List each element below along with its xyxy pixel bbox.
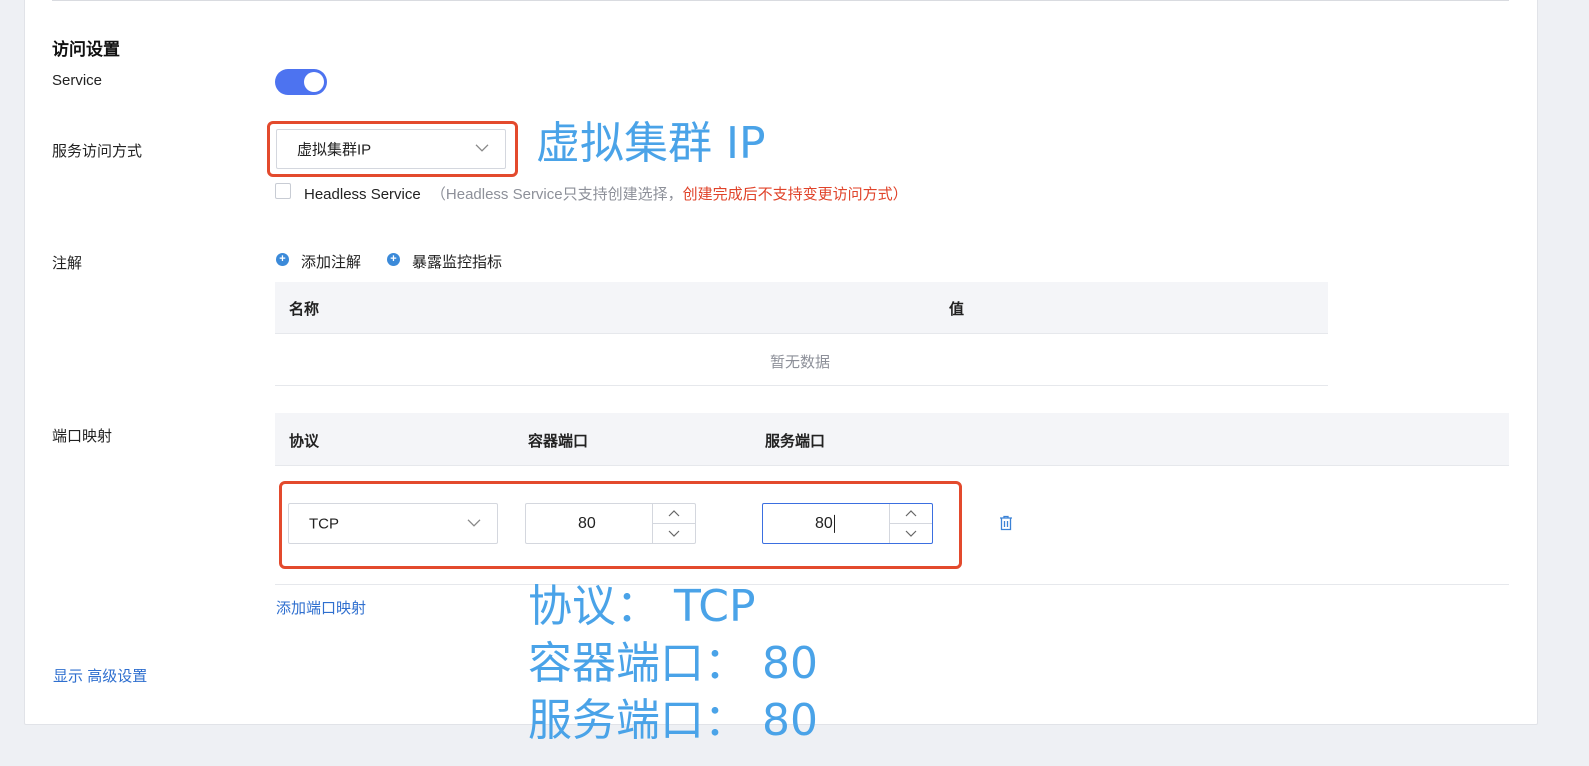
access-method-select[interactable]: 虚拟集群IP: [276, 129, 506, 169]
service-port-input[interactable]: 80: [762, 503, 933, 544]
top-divider: [52, 0, 1509, 1]
headless-warning: 创建完成后不支持变更访问方式）: [682, 186, 908, 203]
access-method-annotation: 虚拟集群 IP: [536, 118, 766, 169]
annotation-line-container-port: 容器端口： 80: [528, 638, 818, 689]
divider: [275, 584, 1509, 585]
toggle-knob: [304, 72, 324, 92]
ports-table-header: [275, 413, 1509, 465]
annotation-line-service-port: 服务端口： 80: [528, 695, 818, 746]
headless-checkbox[interactable]: [275, 183, 291, 199]
annotations-column-name: 名称: [289, 301, 320, 318]
ports-column-protocol: 协议: [289, 433, 320, 450]
port-mapping-label: 端口映射: [52, 428, 113, 445]
service-port-stepper: [889, 504, 932, 543]
ports-column-container-port: 容器端口: [528, 433, 589, 450]
section-title: 访问设置: [52, 40, 120, 59]
container-port-value: 80: [578, 514, 596, 532]
add-annotation-button[interactable]: 添加注解: [301, 251, 361, 272]
divider: [275, 333, 1328, 334]
annotations-table-header: [275, 282, 1328, 333]
headless-note: （Headless Service只支持创建选择，: [430, 186, 683, 203]
annotations-label: 注解: [52, 255, 83, 272]
protocol-value: TCP: [309, 515, 339, 532]
service-port-value: 80: [815, 514, 835, 533]
expose-metrics-button[interactable]: 暴露监控指标: [412, 251, 502, 272]
annotations-column-value: 值: [949, 301, 965, 318]
decrement-button[interactable]: [653, 524, 695, 544]
decrement-button[interactable]: [890, 524, 932, 544]
trash-icon[interactable]: [999, 515, 1013, 536]
add-port-mapping-link[interactable]: 添加端口映射: [276, 597, 366, 618]
chevron-down-icon: [668, 530, 680, 537]
show-text: 显示: [53, 668, 84, 685]
protocol-select[interactable]: TCP: [288, 503, 498, 544]
chevron-up-icon: [668, 509, 680, 517]
annotations-empty-text: 暂无数据: [770, 354, 831, 371]
port-annotation: 协议： TCP 容器端口： 80 服务端口： 80: [528, 578, 818, 749]
service-toggle[interactable]: [275, 69, 327, 95]
text-cursor: [833, 514, 835, 533]
access-method-label: 服务访问方式: [52, 143, 143, 160]
chevron-up-icon: [905, 509, 917, 517]
container-port-stepper: [652, 504, 695, 543]
plus-circle-icon: +: [387, 253, 400, 266]
divider: [275, 385, 1328, 386]
container-port-input[interactable]: 80: [525, 503, 696, 544]
advanced-settings-text: 高级设置: [87, 668, 148, 685]
chevron-down-icon: [475, 139, 489, 156]
increment-button[interactable]: [653, 504, 695, 524]
access-method-value: 虚拟集群IP: [297, 141, 372, 159]
annotation-line-protocol: 协议： TCP: [528, 581, 756, 632]
chevron-down-icon: [467, 513, 481, 530]
plus-circle-icon: +: [276, 253, 289, 266]
headless-label: Headless Service: [304, 186, 421, 203]
chevron-down-icon: [905, 530, 917, 537]
service-label: Service: [52, 72, 103, 89]
increment-button[interactable]: [890, 504, 932, 524]
divider: [275, 465, 1509, 466]
headless-row: Headless Service （Headless Service只支持创建选…: [304, 183, 908, 204]
service-port-text: 80: [815, 514, 833, 532]
show-advanced-settings-link[interactable]: 显示 高级设置: [53, 665, 147, 686]
ports-column-service-port: 服务端口: [765, 433, 826, 450]
